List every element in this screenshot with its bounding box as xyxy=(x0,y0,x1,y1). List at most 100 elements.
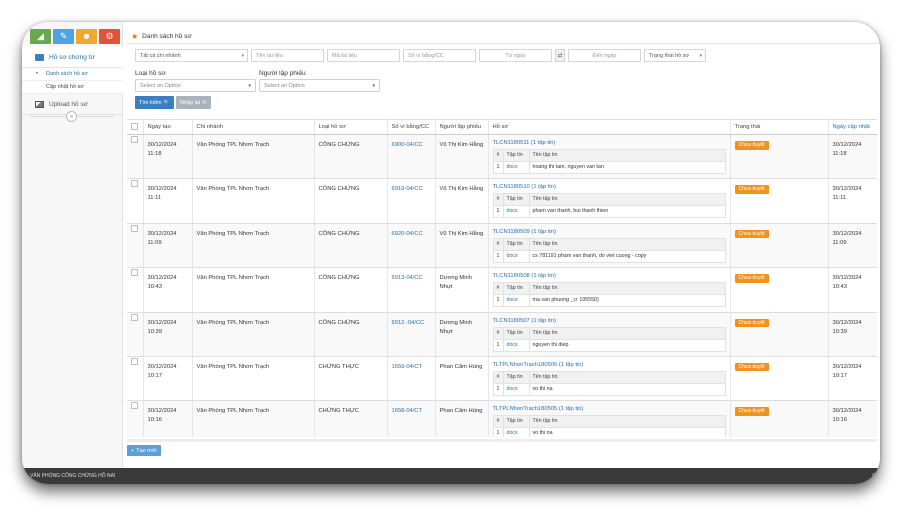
search-button-label: Tìm kiếm xyxy=(139,99,162,106)
file-download-link[interactable]: docx xyxy=(507,297,518,303)
image-icon xyxy=(35,100,44,108)
column-header[interactable]: Trạng thái xyxy=(730,119,829,135)
add-new-button[interactable]: + Tạo mới xyxy=(127,445,161,456)
status-select[interactable]: Trạng thái hồ sơ xyxy=(644,49,706,62)
book-number-link[interactable]: 6919-04/CC xyxy=(392,186,423,192)
column-header[interactable]: Ngày tạo xyxy=(143,119,193,135)
row-checkbox[interactable] xyxy=(131,357,139,365)
file-name: pham van thanh, bui thanh thien xyxy=(528,205,726,219)
created-date: 30/12/2024 xyxy=(147,275,177,282)
row-checkbox[interactable] xyxy=(131,136,139,143)
file-table-header: # Tập tin Tên tập tin xyxy=(492,237,726,251)
document-link[interactable]: TLCN1180508 (1 tập tin) xyxy=(493,273,556,279)
table-row[interactable]: 30/12/2024 11:09 Văn Phòng TPL Nhơn Trạch C… xyxy=(127,223,877,269)
book-number-input[interactable]: Số vì bằng/CC xyxy=(403,49,476,62)
document-link[interactable]: TLCN1180511 (1 tập tin) xyxy=(493,140,556,146)
chart-icon[interactable]: ◢ xyxy=(30,29,51,44)
created-cell: 30/12/2024 11:11 xyxy=(143,178,193,224)
column-header[interactable]: Người lập phiếu xyxy=(435,119,489,135)
column-header[interactable]: Số vì bằng/CC xyxy=(387,119,436,135)
type-cell: CÔNG CHỨNG xyxy=(314,223,388,269)
file-header-name: Tên tập tin xyxy=(528,370,726,384)
document-link[interactable]: TLCN1180510 (1 tập tin) xyxy=(493,184,556,190)
table-row[interactable]: 30/12/2024 10:39 Văn Phòng TPL Nhơn Trạch C… xyxy=(127,312,877,357)
column-header[interactable]: Hồ sơ xyxy=(488,119,731,135)
select-all-checkbox[interactable] xyxy=(131,122,139,130)
sidebar-item-ho-so-chung-tu[interactable]: Hồ sơ chứng từ xyxy=(22,47,124,68)
branch-cell: Văn Phòng TPL Nhơn Trạch xyxy=(192,134,315,180)
book-number-link[interactable]: 6920-04/CC xyxy=(392,231,423,237)
document-link[interactable]: TLCN1180509 (1 tập tin) xyxy=(493,229,556,235)
created-cell: 30/12/2024 10:16 xyxy=(143,400,193,437)
created-time: 11:11 xyxy=(147,195,162,202)
book-number-cell: 6912.-04/CC xyxy=(387,312,436,357)
table-row[interactable]: 30/12/2024 10:17 Văn Phòng TPL Nhơn Trạch C… xyxy=(127,356,877,402)
file-name: vo thi na xyxy=(528,382,726,396)
to-date-input[interactable]: Đến ngày xyxy=(568,49,641,62)
branch-cell: Văn Phòng TPL Nhơn Trạch xyxy=(192,400,315,437)
bullet-icon: • xyxy=(36,71,39,77)
file-download-link[interactable]: docx xyxy=(507,208,518,214)
creator-select[interactable]: Select an Option xyxy=(259,79,380,92)
document-cell: TLTPLNhonTrach180505 (1 tập tin) # Tập tin… xyxy=(488,400,731,437)
file-download-link[interactable]: docx xyxy=(507,164,518,170)
table-row[interactable]: 30/12/2024 11:18 Văn Phòng TPL Nhơn Trạch C… xyxy=(127,134,877,180)
table-header-row: Ngày tạo Chi nhánh Loại hồ sơ Số vì bằng… xyxy=(127,119,877,135)
status-cell: Chưa duyệt xyxy=(730,356,829,402)
document-link[interactable]: TLTPLNhonTrach180505 (1 tập tin) xyxy=(493,406,584,412)
file-index: 1 xyxy=(492,160,504,174)
gears-icon[interactable]: ⚙ xyxy=(99,29,120,44)
document-link[interactable]: TLCN1180507 (1 tập tin) xyxy=(493,318,556,324)
from-date-input[interactable]: Từ ngày xyxy=(479,49,552,62)
branch-select[interactable]: Tất cả chi nhánh xyxy=(135,49,248,62)
sidebar-subitem-label: Cập nhật hồ sơ xyxy=(46,84,84,90)
sidebar-subitem-cap-nhat[interactable]: Cập nhật hồ sơ xyxy=(22,81,123,94)
created-cell: 30/12/2024 10:39 xyxy=(143,312,193,357)
file-download-link[interactable]: docx xyxy=(507,386,518,392)
row-checkbox[interactable] xyxy=(131,224,139,232)
file-download-link[interactable]: docx xyxy=(507,342,518,348)
book-number-link[interactable]: 6913-04/CC xyxy=(392,275,423,281)
search-button[interactable]: Tìm kiếm 🔍 xyxy=(135,96,174,109)
book-number-link[interactable]: 6912.-04/CC xyxy=(392,320,425,326)
records-table: Ngày tạo Chi nhánh Loại hồ sơ Số vì bằng… xyxy=(127,119,877,437)
row-checkbox[interactable] xyxy=(131,313,139,321)
file-table: # Tập tin Tên tập tin 1 docx hoang thi tam, n… xyxy=(492,148,726,174)
date-range-icon: ⇄ xyxy=(555,49,565,62)
reset-button[interactable]: Nhập lại ↻ xyxy=(176,96,211,109)
file-header-name: Tên tập tin xyxy=(528,193,726,207)
table-row[interactable]: 30/12/2024 10:43 Văn Phòng TPL Nhơn Trạch C… xyxy=(127,267,877,313)
file-table-header: # Tập tin Tên tập tin xyxy=(492,370,726,384)
doc-type-select[interactable]: Select an Option xyxy=(135,79,256,92)
file-download-link[interactable]: docx xyxy=(507,430,518,436)
column-header[interactable]: Chi nhánh xyxy=(192,119,315,135)
file-header-index: # xyxy=(492,148,504,162)
table-row[interactable]: 30/12/2024 10:16 Văn Phòng TPL Nhơn Trạch C… xyxy=(127,400,877,437)
document-link[interactable]: TLTPLNhonTrach180506 (1 tập tin) xyxy=(493,362,584,368)
column-header[interactable]: Loại hồ sơ xyxy=(314,119,388,135)
column-header-sorted[interactable]: Ngày cập nhật xyxy=(828,119,877,135)
sidebar-subitem-danh-sach[interactable]: • Danh sách hồ sơ xyxy=(22,68,123,81)
book-number-link[interactable]: 6900-04/CC xyxy=(392,142,423,148)
row-checkbox[interactable] xyxy=(131,269,139,277)
book-number-link[interactable]: 1658-04/CT xyxy=(392,408,423,414)
file-table-header: # Tập tin Tên tập tin xyxy=(492,282,726,296)
table-row[interactable]: 30/12/2024 11:11 Văn Phòng TPL Nhơn Trạch C… xyxy=(127,178,877,224)
file-download-link[interactable]: docx xyxy=(507,253,518,259)
collapse-sidebar-icon[interactable]: « xyxy=(66,111,77,122)
file-header-file: Tập tin xyxy=(502,148,530,162)
doc-name-input[interactable]: Tên tài liệu xyxy=(251,49,324,62)
file-table: # Tập tin Tên tập tin 1 docx vo thi na xyxy=(492,370,726,396)
updated-date: 30/12/2024 xyxy=(832,142,862,148)
row-checkbox[interactable] xyxy=(131,402,139,410)
users-icon[interactable]: ☻ xyxy=(76,29,97,44)
row-select-cell xyxy=(127,312,144,357)
horizontal-scrollbar[interactable] xyxy=(127,439,877,442)
pencil-icon[interactable]: ✎ xyxy=(53,29,74,44)
book-number-link[interactable]: 1659-04/CT xyxy=(392,364,423,370)
row-checkbox[interactable] xyxy=(131,180,139,188)
doc-code-input[interactable]: Mã tài liệu xyxy=(327,49,400,62)
plus-icon: + xyxy=(131,447,135,454)
select-all-cell xyxy=(127,119,144,135)
file-header-file: Tập tin xyxy=(502,415,530,429)
